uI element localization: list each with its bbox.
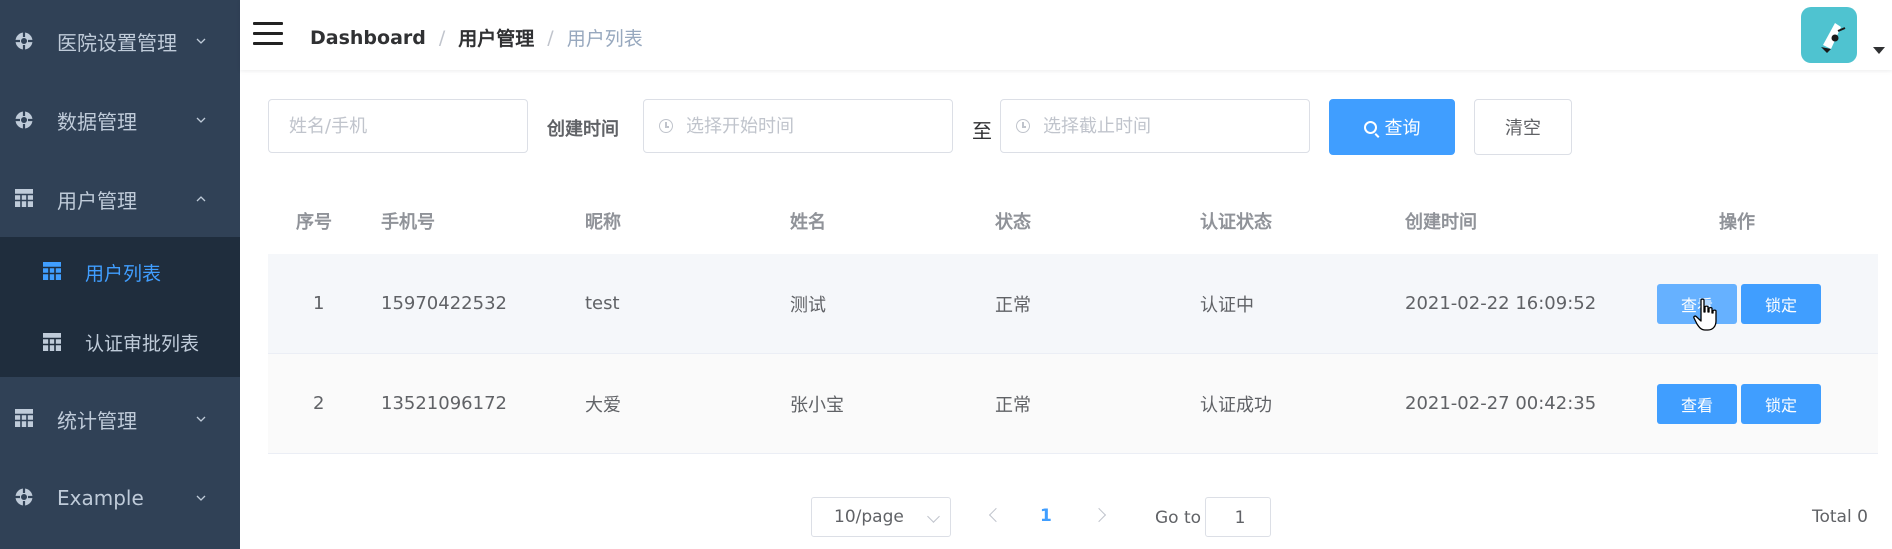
component-icon bbox=[15, 488, 33, 506]
page-number-current[interactable]: 1 bbox=[1040, 506, 1052, 526]
menu-item-data[interactable]: 数据管理 bbox=[0, 81, 240, 159]
lock-button[interactable]: 锁定 bbox=[1741, 384, 1821, 424]
table-icon bbox=[15, 189, 33, 207]
cell-nickname: 大爱 bbox=[585, 394, 621, 416]
sidebar-item-label: 认证审批列表 bbox=[85, 332, 200, 355]
table-icon bbox=[15, 409, 33, 427]
table-icon bbox=[43, 333, 61, 351]
menu-item-hospital-settings[interactable]: 医院设置管理 bbox=[0, 2, 240, 80]
menu-item-label: 医院设置管理 bbox=[57, 30, 177, 55]
clear-button-label: 清空 bbox=[1505, 118, 1541, 139]
cell-index: 2 bbox=[313, 393, 325, 414]
cell-auth-status: 认证成功 bbox=[1200, 394, 1272, 416]
cell-created-time: 2021-02-22 16:09:52 bbox=[1405, 292, 1597, 314]
table-row: 1 15970422532 test 测试 正常 认证中 2021-02-22 … bbox=[268, 254, 1878, 354]
header-phone: 手机号 bbox=[381, 211, 435, 233]
sidebar-item-user-list[interactable]: 用户列表 bbox=[0, 237, 240, 307]
page-size-value: 10/page bbox=[834, 507, 904, 527]
chevron-down-icon bbox=[927, 510, 940, 523]
name-phone-field-wrapper bbox=[268, 99, 528, 153]
cell-status: 正常 bbox=[995, 394, 1031, 416]
header-nickname: 昵称 bbox=[585, 211, 621, 233]
next-page-icon[interactable] bbox=[1091, 507, 1107, 523]
chevron-down-icon bbox=[196, 495, 206, 501]
menu-item-label: Example bbox=[57, 486, 144, 510]
search-icon bbox=[1363, 120, 1377, 134]
menu-item-statistics[interactable]: 统计管理 bbox=[0, 380, 240, 458]
table-row: 2 13521096172 大爱 张小宝 正常 认证成功 2021-02-27 … bbox=[268, 354, 1878, 454]
sidebar: 医院设置管理 数据管理 用户管理 用户列表 认证审批列表 统计管理 Exampl… bbox=[0, 0, 240, 549]
view-button[interactable]: 查看 bbox=[1657, 384, 1737, 424]
cell-auth-status: 认证中 bbox=[1200, 294, 1254, 316]
table-icon bbox=[43, 262, 61, 280]
menu-item-example[interactable]: Example bbox=[0, 459, 240, 537]
name-phone-input[interactable] bbox=[269, 100, 527, 152]
avatar-image-icon bbox=[1821, 23, 1846, 53]
header-index: 序号 bbox=[296, 211, 332, 233]
header-actions: 操作 bbox=[1719, 211, 1755, 233]
lock-button[interactable]: 锁定 bbox=[1741, 284, 1821, 324]
breadcrumb-user-list: 用户列表 bbox=[566, 28, 643, 50]
chevron-down-icon bbox=[196, 416, 206, 422]
submenu-users: 用户列表 认证审批列表 bbox=[0, 237, 240, 377]
chevron-down-icon bbox=[196, 38, 206, 44]
header-created-time: 创建时间 bbox=[1405, 211, 1477, 233]
cell-name: 张小宝 bbox=[790, 394, 844, 416]
header-status: 状态 bbox=[995, 211, 1031, 233]
breadcrumb-dashboard[interactable]: Dashboard bbox=[310, 27, 426, 49]
prev-page-icon[interactable] bbox=[988, 507, 1004, 523]
header-auth-status: 认证状态 bbox=[1200, 211, 1272, 233]
clock-icon bbox=[1016, 119, 1030, 133]
cell-status: 正常 bbox=[995, 294, 1031, 316]
goto-input-wrapper bbox=[1205, 497, 1274, 538]
chevron-up-icon bbox=[196, 196, 206, 202]
breadcrumb-user-management[interactable]: 用户管理 bbox=[458, 24, 534, 51]
page-size-select[interactable]: 10/page bbox=[811, 497, 951, 537]
table-header: 序号 手机号 昵称 姓名 状态 认证状态 创建时间 操作 bbox=[268, 187, 1878, 255]
search-button[interactable]: 查询 bbox=[1329, 99, 1455, 155]
chevron-down-icon bbox=[196, 117, 206, 123]
hamburger-icon[interactable] bbox=[253, 22, 283, 46]
cell-nickname: test bbox=[585, 293, 620, 314]
avatar[interactable] bbox=[1801, 7, 1857, 63]
component-icon bbox=[15, 32, 33, 50]
menu-item-label: 数据管理 bbox=[57, 109, 137, 134]
header-name: 姓名 bbox=[790, 211, 826, 233]
breadcrumb-separator: / bbox=[547, 26, 554, 49]
menu-item-label: 统计管理 bbox=[57, 408, 137, 433]
start-date-input[interactable] bbox=[644, 100, 952, 152]
search-button-label: 查询 bbox=[1384, 118, 1421, 139]
menu-item-label: 用户管理 bbox=[57, 188, 137, 213]
sidebar-item-auth-approval[interactable]: 认证审批列表 bbox=[0, 307, 240, 377]
end-date-input[interactable] bbox=[1001, 100, 1309, 152]
cell-created-time-wrapper: 2021-02-22 16:09:52 bbox=[1405, 254, 1605, 353]
cell-created-time: 2021-02-27 00:42:35 bbox=[1405, 392, 1597, 414]
cell-phone: 15970422532 bbox=[381, 293, 507, 314]
cell-created-time-wrapper: 2021-02-27 00:42:35 bbox=[1405, 354, 1605, 453]
cell-index: 1 bbox=[313, 293, 325, 314]
goto-page-input[interactable] bbox=[1206, 498, 1274, 538]
clock-icon bbox=[659, 119, 673, 133]
cell-name: 测试 bbox=[790, 294, 826, 316]
breadcrumb: Dashboard / 用户管理 / 用户列表 bbox=[310, 24, 643, 51]
clear-button[interactable]: 清空 bbox=[1474, 99, 1572, 155]
caret-down-icon[interactable] bbox=[1873, 47, 1885, 54]
goto-label: Go to bbox=[1155, 508, 1202, 528]
created-time-label: 创建时间 bbox=[547, 119, 619, 140]
end-date-field-wrapper bbox=[1000, 99, 1310, 153]
cell-phone: 13521096172 bbox=[381, 393, 507, 414]
component-icon bbox=[15, 111, 33, 129]
to-label: 至 bbox=[972, 119, 992, 143]
total-count: Total 0 bbox=[1812, 507, 1868, 527]
breadcrumb-separator: / bbox=[438, 26, 446, 49]
start-date-field-wrapper bbox=[643, 99, 953, 153]
navbar: Dashboard / 用户管理 / 用户列表 bbox=[240, 0, 1892, 70]
sidebar-item-label: 用户列表 bbox=[85, 262, 162, 285]
menu-item-users[interactable]: 用户管理 bbox=[0, 160, 240, 238]
hand-cursor-icon bbox=[1693, 298, 1717, 331]
